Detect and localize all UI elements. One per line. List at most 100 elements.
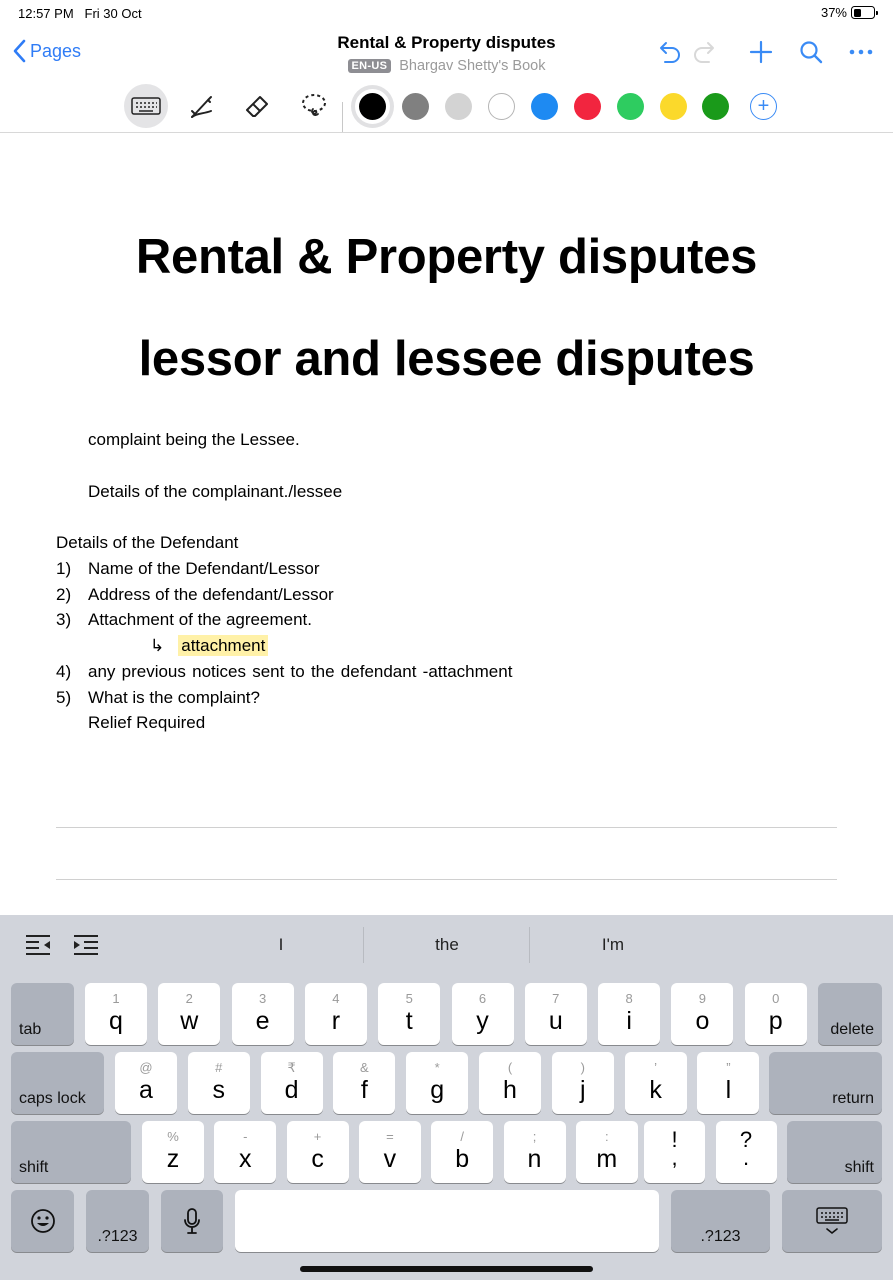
language-badge[interactable]: EN-US (347, 59, 392, 73)
keyboard-dismiss-icon (816, 1207, 848, 1235)
navigation-bar: Pages Rental & Property disputes EN-US B… (0, 28, 893, 80)
key-c[interactable]: + c (286, 1121, 349, 1183)
key-u[interactable]: 7u (524, 983, 587, 1045)
shift-right-key[interactable]: shift (787, 1121, 882, 1183)
more-icon (849, 49, 873, 55)
text-relief-required: Relief Required (88, 713, 206, 732)
list-number: 3) (56, 610, 72, 629)
search-button[interactable] (793, 36, 829, 68)
list-text: Name of the Defendant/Lessor (88, 559, 320, 578)
book-name: Bhargav Shetty's Book (399, 58, 546, 74)
add-button[interactable] (743, 36, 779, 68)
text-complainant-details: Details of the complainant./lessee (88, 482, 343, 501)
color-swatch[interactable] (660, 93, 687, 120)
key-w[interactable]: 2w (158, 983, 221, 1045)
add-icon (749, 40, 773, 64)
key-q[interactable]: 1q (85, 983, 147, 1045)
eraser-icon (246, 96, 268, 117)
eraser-tool[interactable] (235, 84, 279, 128)
pen-tool[interactable] (180, 84, 224, 128)
key-v[interactable]: = v (358, 1121, 421, 1183)
color-swatch[interactable] (531, 93, 558, 120)
key-question-period[interactable]: ?. (715, 1121, 777, 1183)
key-k[interactable]: ’ k (624, 1052, 687, 1114)
color-swatch[interactable] (488, 93, 515, 120)
text-defendant-heading: Details of the Defendant (56, 533, 239, 552)
suggestion-1[interactable]: I (198, 929, 364, 961)
key-h[interactable]: (h (479, 1052, 541, 1114)
color-swatch[interactable] (445, 93, 472, 120)
more-button[interactable] (843, 36, 879, 68)
indent-button[interactable] (72, 933, 100, 957)
color-swatch[interactable] (617, 93, 644, 120)
key-e[interactable]: 3e (231, 983, 294, 1045)
key-m[interactable]: :m (575, 1121, 638, 1183)
keyboard-icon (131, 97, 161, 115)
keyboard-tool[interactable] (124, 84, 168, 128)
dictation-key[interactable] (161, 1190, 223, 1252)
home-indicator[interactable] (300, 1266, 593, 1272)
list-number: 5) (56, 688, 72, 707)
list-item: 3) Attachment of the agreement. (0, 607, 893, 633)
pen-icon (191, 96, 212, 118)
emoji-icon (30, 1209, 55, 1233)
undo-icon (660, 42, 680, 63)
key-f[interactable]: & f (333, 1052, 396, 1114)
attachment-highlight[interactable]: attachment (178, 635, 269, 656)
toolbar-divider (342, 102, 343, 132)
outdent-button[interactable] (24, 933, 52, 957)
sub-item-attachment: ↳ attachment (150, 633, 269, 659)
key-r[interactable]: 4r (304, 983, 367, 1045)
list-item: 1) Name of the Defendant/Lessor (0, 556, 893, 582)
color-swatch[interactable] (402, 93, 429, 120)
key-j[interactable]: ) j (551, 1052, 614, 1114)
list-text: Address of the defendant/Lessor (88, 585, 334, 604)
note-page[interactable]: Rental & Property disputes lessor and le… (0, 133, 893, 915)
list-number: 2) (56, 585, 72, 604)
color-swatch[interactable] (702, 93, 729, 120)
status-bar: 12:57 PM Fri 30 Oct 37% (0, 0, 893, 26)
list-number: 1) (56, 559, 72, 578)
tab-key[interactable]: tab (11, 983, 74, 1045)
space-key[interactable] (235, 1190, 659, 1252)
text-complaint-line: complaint being the Lessee. (88, 430, 300, 449)
key-g[interactable]: * g (406, 1052, 469, 1114)
undo-button[interactable] (651, 36, 687, 68)
key-n[interactable]: ; n (503, 1121, 566, 1183)
add-color-icon: + (757, 95, 770, 117)
suggestion-3[interactable]: I'm (530, 929, 696, 961)
key-l[interactable]: ” l (697, 1052, 760, 1114)
color-swatch[interactable] (359, 93, 386, 120)
key-y[interactable]: 6y (451, 983, 514, 1045)
add-color-button[interactable]: + (750, 93, 777, 120)
suggestion-bar: I the I'm (0, 915, 893, 975)
return-key[interactable]: return (769, 1052, 882, 1114)
key-d[interactable]: ₹ d (260, 1052, 323, 1114)
caps-lock-key[interactable]: caps lock (11, 1052, 104, 1114)
battery-percent: 37% (820, 5, 847, 20)
list-number: 4) (56, 662, 72, 681)
numbers-key-left[interactable]: .?123 (86, 1190, 149, 1252)
key-b[interactable]: / b (431, 1121, 494, 1183)
key-exclaim-comma[interactable]: !, (644, 1121, 705, 1183)
emoji-key[interactable] (11, 1190, 74, 1252)
search-icon (800, 41, 823, 64)
shift-left-key[interactable]: shift (11, 1121, 131, 1183)
key-i[interactable]: 8i (598, 983, 661, 1045)
key-x[interactable]: -x (214, 1121, 277, 1183)
key-s[interactable]: # s (187, 1052, 250, 1114)
key-a[interactable]: @ a (115, 1052, 177, 1114)
color-swatch[interactable] (574, 93, 601, 120)
redo-button[interactable] (687, 36, 723, 68)
delete-key[interactable]: delete (818, 983, 882, 1045)
key-z[interactable]: % z (142, 1121, 204, 1183)
key-o[interactable]: 9o (671, 983, 734, 1045)
lasso-tool[interactable] (292, 84, 336, 128)
hide-keyboard-key[interactable] (782, 1190, 882, 1252)
suggestion-2[interactable]: the (364, 929, 530, 961)
battery-icon (851, 6, 878, 19)
key-t[interactable]: 5t (378, 983, 441, 1045)
numbers-key-right[interactable]: .?123 (671, 1190, 770, 1252)
key-p[interactable]: 0p (744, 983, 807, 1045)
list-item: 2) Address of the defendant/Lessor (0, 582, 893, 608)
